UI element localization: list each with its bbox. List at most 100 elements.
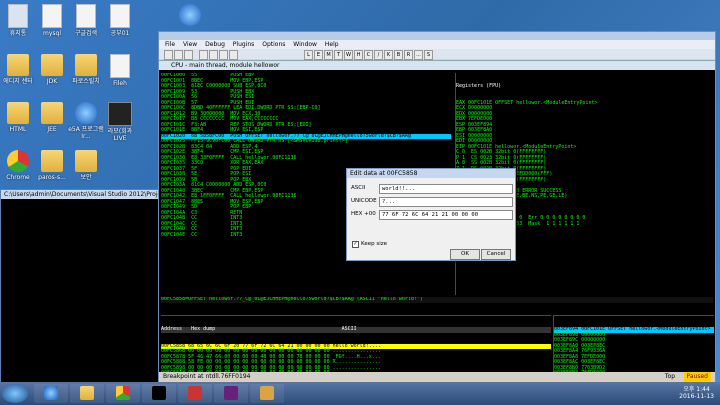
taskbar-explorer[interactable] [70, 384, 104, 403]
app-icon [260, 386, 274, 400]
toolbar-w[interactable]: W [344, 50, 353, 60]
taskbar-ie[interactable] [34, 384, 68, 403]
desktop-icon-jee[interactable]: JEE [34, 102, 70, 133]
cpu-window-title: CPU - main thread, module hellowor [159, 61, 715, 70]
internet-explorer-icon [179, 4, 201, 26]
toolbar-l[interactable]: L [304, 50, 313, 60]
dump-pane[interactable]: Address Hex dump ASCII 00FC5858 68 65 6C… [161, 315, 551, 372]
toolbar-slash[interactable]: / [374, 50, 383, 60]
unicode-field[interactable]: ?... [379, 197, 513, 207]
registers-title: Registers (FPU) [456, 83, 502, 89]
desktop-icon-recycle-bin[interactable]: 휴지통 [0, 4, 36, 37]
step-over-icon[interactable] [229, 50, 238, 60]
toolbar-h[interactable]: H [354, 50, 363, 60]
menu-help[interactable]: Help [325, 41, 339, 48]
menu-view[interactable]: View [183, 41, 197, 48]
menu-debug[interactable]: Debug [205, 41, 225, 48]
toolbar-t[interactable]: T [334, 50, 343, 60]
desktop-icon-jdk[interactable]: JDK [34, 54, 70, 85]
hex-label: HEX +00 [351, 211, 376, 217]
ok-button[interactable]: OK [450, 249, 480, 260]
folder-icon [75, 150, 97, 172]
desktop-icon-chrome[interactable]: Chrome [0, 150, 36, 181]
document-icon [76, 4, 96, 28]
menu-window[interactable]: Window [293, 41, 317, 48]
dump-header: Address Hex dump ASCII [161, 326, 551, 333]
menu-options[interactable]: Options [262, 41, 285, 48]
desktop-icon-google-search[interactable]: 구글검색 [68, 4, 104, 37]
keep-size-label: Keep size [361, 241, 388, 247]
ascii-field[interactable]: world!!... [379, 184, 513, 194]
taskbar-cmd[interactable] [142, 384, 176, 403]
taskbar-debugger[interactable] [178, 384, 212, 403]
status-top: Top [664, 373, 675, 380]
chrome-icon [116, 386, 130, 400]
desktop-icon-html[interactable]: HTML [0, 102, 36, 133]
open-icon[interactable] [164, 50, 173, 60]
debugger-toolbar: L E M T W H C / K B R ... S [159, 49, 715, 60]
start-button[interactable] [2, 384, 28, 403]
internet-explorer-icon [75, 102, 97, 124]
chrome-icon [7, 150, 29, 172]
document-icon [110, 4, 130, 28]
dialog-title: Edit data at 00FC5858 [347, 169, 515, 178]
toolbar-r[interactable]: R [404, 50, 413, 60]
close-icon[interactable] [184, 50, 193, 60]
folder-icon [41, 150, 63, 172]
document-icon [110, 54, 130, 78]
toolbar-m[interactable]: M [324, 50, 333, 60]
run-icon[interactable] [199, 50, 208, 60]
toolbar-c[interactable]: C [364, 50, 373, 60]
desktop-icon-paros-s[interactable]: paros-s... [34, 150, 70, 181]
menu-plugins[interactable]: Plugins [233, 41, 255, 48]
toolbar-b[interactable]: B [394, 50, 403, 60]
info-line: 00FC5858=OFFSET hellowor.??_C@_0L@EJCHHE… [161, 297, 713, 303]
desktop-icon-paros[interactable]: 파로스릴치 [68, 54, 104, 85]
taskbar: 오후 1:44 2016-11-13 [0, 382, 720, 405]
menu-file[interactable]: File [165, 41, 175, 48]
keep-size-checkbox[interactable]: ✓ [352, 241, 359, 248]
desktop-icon-fileh[interactable]: Fileh [102, 54, 138, 87]
visual-studio-icon [224, 386, 238, 400]
pause-icon[interactable] [209, 50, 218, 60]
cmd-window[interactable]: C:\Users\admin\Documents\Visual Studio 2… [0, 189, 162, 384]
toolbar-s[interactable]: S [424, 50, 433, 60]
desktop-icon-ie-program[interactable]: e5A 프로그램Ir... [68, 102, 104, 140]
unicode-label: UNICODE [351, 198, 377, 204]
cancel-button[interactable]: Cancel [481, 249, 511, 260]
clock-date: 2016-11-13 [679, 393, 714, 400]
live-icon [108, 102, 132, 126]
status-paused: Paused [683, 372, 711, 382]
desktop-icon-security[interactable]: 보안 [68, 150, 104, 181]
status-bar: Breakpoint at ntdll.76FF0194 Top Paused [159, 372, 715, 382]
desktop-icon-study[interactable]: 공부01 [102, 4, 138, 37]
internet-explorer-icon [44, 386, 58, 400]
folder-icon [7, 102, 29, 124]
cmd-icon [152, 386, 166, 400]
edit-data-dialog[interactable]: Edit data at 00FC5858 ASCII world!!... U… [346, 168, 516, 261]
hex-field[interactable]: 77 6F 72 6C 64 21 21 00 00 00 [379, 210, 513, 220]
ascii-label: ASCII [351, 185, 366, 191]
taskbar-app[interactable] [250, 384, 284, 403]
toolbar-e[interactable]: E [314, 50, 323, 60]
desktop-icon-mysql[interactable]: mysql [34, 4, 70, 37]
toolbar-k[interactable]: K [384, 50, 393, 60]
stack-pane[interactable]: 003EF894 00FC101E OFFSET hellowor.<Modul… [553, 315, 714, 372]
folder-icon [7, 54, 29, 76]
debugger-titlebar[interactable] [159, 32, 715, 40]
taskbar-chrome[interactable] [106, 384, 140, 403]
restart-icon[interactable] [174, 50, 183, 60]
desktop-icon-ie[interactable] [172, 4, 208, 28]
status-message: Breakpoint at ntdll.76FF0194 [163, 373, 251, 380]
document-icon [42, 4, 62, 28]
folder-icon [75, 54, 97, 76]
debugger-icon [188, 386, 202, 400]
desktop-icon-live[interactable]: 라모(회과 LIVE [102, 102, 138, 142]
debugger-menubar: File View Debug Plugins Options Window H… [159, 40, 715, 49]
desktop-icon-edge-center[interactable]: 에디지 센터 [0, 54, 36, 85]
step-into-icon[interactable] [219, 50, 228, 60]
taskbar-visual-studio[interactable] [214, 384, 248, 403]
taskbar-clock[interactable]: 오후 1:44 2016-11-13 [679, 386, 714, 400]
recycle-bin-icon [8, 4, 28, 28]
toolbar-dots[interactable]: ... [414, 50, 423, 60]
